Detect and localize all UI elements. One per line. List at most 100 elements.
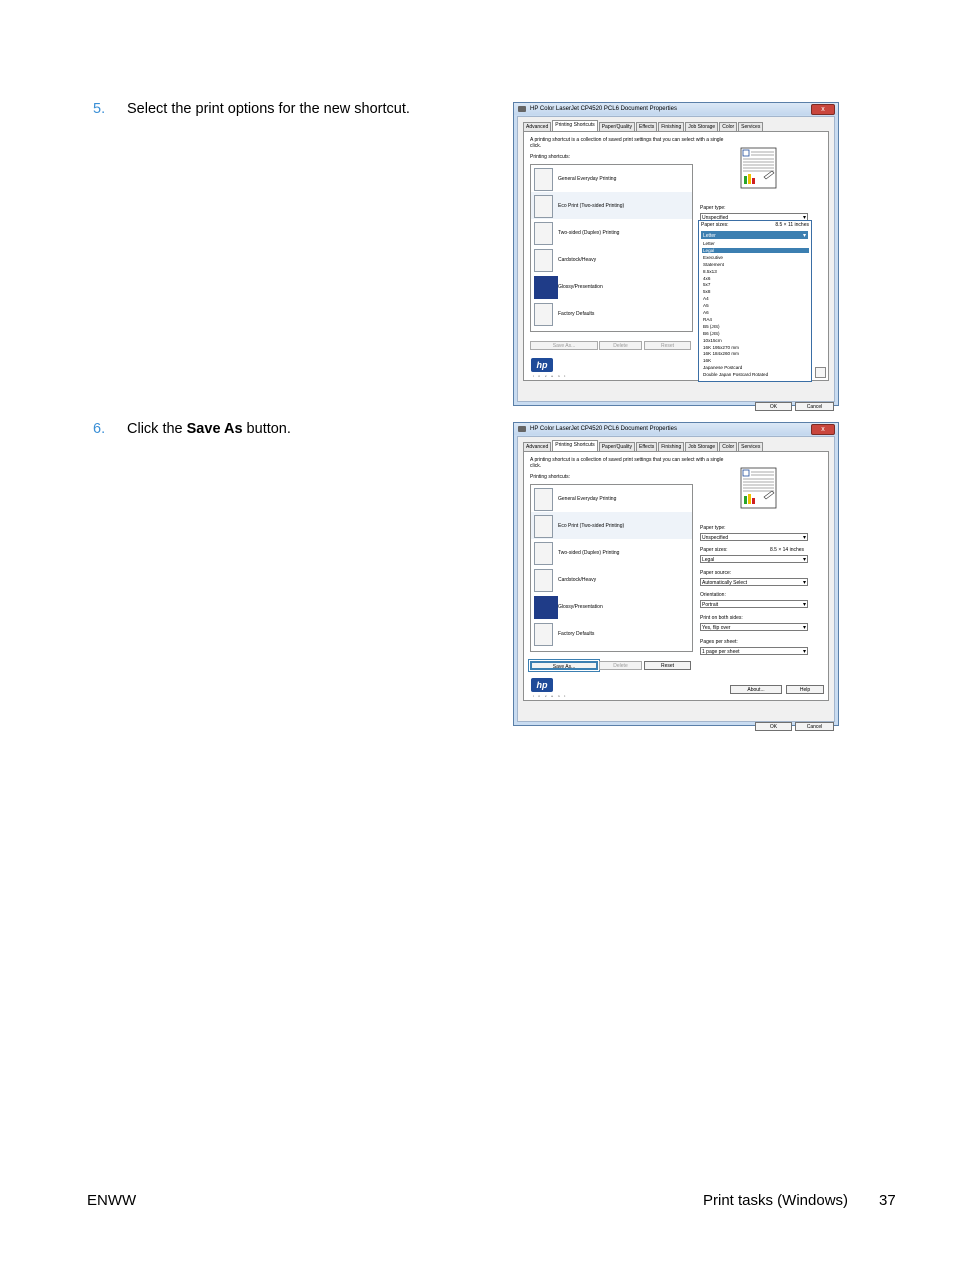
- shortcuts-label: Printing shortcuts:: [530, 474, 571, 480]
- close-button[interactable]: x: [811, 424, 835, 435]
- blank-page-icon: [534, 303, 553, 326]
- tab-color[interactable]: Color: [719, 122, 738, 131]
- paper-size-option[interactable]: Double Japan Postcard Rotated: [702, 372, 809, 377]
- paper-size-option[interactable]: 10x15cm: [702, 338, 809, 343]
- help-button[interactable]: Help: [786, 685, 824, 694]
- paper-size-option[interactable]: Executive: [702, 255, 809, 260]
- paper-size-option[interactable]: 16K: [702, 358, 809, 363]
- tab-services[interactable]: Services: [738, 122, 764, 131]
- page-number: 37: [879, 1192, 896, 1209]
- tab-effects[interactable]: Effects: [636, 122, 658, 131]
- shortcut-label: Two-sided (Duplex) Printing: [558, 230, 620, 236]
- delete-button[interactable]: Delete: [599, 661, 642, 670]
- shortcut-label: General Everyday Printing: [558, 496, 617, 502]
- shortcut-item[interactable]: Two-sided (Duplex) Printing: [531, 219, 692, 246]
- paper-size-option[interactable]: 8.5x13: [702, 269, 809, 274]
- tab-printing-shortcuts[interactable]: Printing Shortcuts: [552, 120, 598, 131]
- tab-advanced[interactable]: Advanced: [523, 442, 552, 451]
- tab-job-storage[interactable]: Job Storage: [685, 442, 719, 451]
- tab-services[interactable]: Services: [738, 442, 764, 451]
- save-as-button[interactable]: Save As...: [530, 341, 598, 350]
- tab-panel: A printing shortcut is a collection of s…: [523, 451, 829, 701]
- step-number: 5.: [93, 101, 106, 117]
- shortcut-item[interactable]: General Everyday Printing: [531, 485, 692, 512]
- close-icon: x: [821, 426, 825, 433]
- document-preview-icon: [740, 147, 777, 189]
- shortcut-item[interactable]: Glossy/Presentation: [531, 273, 692, 300]
- paper-size-option[interactable]: Letter: [702, 241, 809, 246]
- paper-size-option[interactable]: 16K 184x260 mm: [702, 351, 809, 356]
- close-button[interactable]: x: [811, 104, 835, 115]
- ok-button[interactable]: OK: [755, 402, 792, 411]
- tab-printing-shortcuts[interactable]: Printing Shortcuts: [552, 440, 598, 451]
- shortcut-item[interactable]: Eco Print (Two-sided Printing): [531, 192, 692, 219]
- tab-paper-quality[interactable]: Paper/Quality: [598, 122, 636, 131]
- paper-size-option[interactable]: A6: [702, 310, 809, 315]
- tab-finishing[interactable]: Finishing: [658, 442, 685, 451]
- option-checkbox[interactable]: [815, 367, 826, 378]
- invent-tagline: i n v e n t: [533, 694, 568, 698]
- shortcut-item[interactable]: Two-sided (Duplex) Printing: [531, 539, 692, 566]
- screenshot-paper-size-dropdown: HP Color LaserJet CP4520 PCL6 Document P…: [513, 102, 839, 411]
- paper-size-option[interactable]: B6 (JIS): [702, 331, 809, 336]
- paper-size-option[interactable]: Legal: [702, 247, 809, 254]
- paper-source-select[interactable]: Automatically Select: [700, 578, 808, 587]
- shortcut-item[interactable]: Cardstock/Heavy: [531, 566, 692, 593]
- paper-size-option[interactable]: 5x8: [702, 289, 809, 294]
- both-sides-label: Print on both sides:: [700, 615, 743, 621]
- delete-button[interactable]: Delete: [599, 341, 642, 350]
- tab-color[interactable]: Color: [719, 442, 738, 451]
- tab-advanced[interactable]: Advanced: [523, 122, 552, 131]
- ok-button[interactable]: OK: [755, 722, 792, 731]
- shortcut-item[interactable]: Glossy/Presentation: [531, 593, 692, 620]
- save-as-button[interactable]: Save As...: [528, 659, 600, 672]
- hp-logo: hp: [531, 358, 553, 372]
- paper-size-option[interactable]: 4x6: [702, 276, 809, 281]
- reset-button[interactable]: Reset: [644, 341, 691, 350]
- tab-finishing[interactable]: Finishing: [658, 122, 685, 131]
- tab-paper-quality[interactable]: Paper/Quality: [598, 442, 636, 451]
- cancel-button[interactable]: Cancel: [795, 722, 834, 731]
- shortcuts-list: General Everyday Printing Eco Print (Two…: [530, 484, 693, 652]
- shortcut-item[interactable]: General Everyday Printing: [531, 165, 692, 192]
- tab-strip: Advanced Printing Shortcuts Paper/Qualit…: [523, 120, 829, 131]
- paper-size-option[interactable]: RA4: [702, 317, 809, 322]
- shortcut-item[interactable]: Cardstock/Heavy: [531, 246, 692, 273]
- close-icon: x: [821, 106, 825, 113]
- paper-size-option[interactable]: A5: [702, 303, 809, 308]
- tab-effects[interactable]: Effects: [636, 442, 658, 451]
- document-icon: [534, 195, 553, 218]
- paper-size-option[interactable]: A4: [702, 296, 809, 301]
- paper-size-dropdown-list[interactable]: Paper sizes: 8.5 × 11 inches Letter Lett…: [698, 220, 812, 382]
- paper-size-select[interactable]: Legal: [700, 555, 808, 564]
- both-sides-select[interactable]: Yes, flip over: [700, 623, 808, 632]
- step-6: 6. Click the Save As button.: [93, 421, 291, 437]
- cancel-button[interactable]: Cancel: [795, 402, 834, 411]
- orientation-select[interactable]: Portrait: [700, 600, 808, 609]
- reset-button[interactable]: Reset: [644, 661, 691, 670]
- paper-size-option[interactable]: 16K 195x270 mm: [702, 345, 809, 350]
- step-number: 6.: [93, 421, 106, 437]
- paper-size-option[interactable]: 5x7: [702, 282, 809, 287]
- shortcut-label: Glossy/Presentation: [558, 284, 603, 290]
- shortcut-item[interactable]: Factory Defaults: [531, 300, 692, 327]
- shortcuts-label: Printing shortcuts:: [530, 154, 571, 160]
- pages-per-sheet-select[interactable]: 1 page per sheet: [700, 647, 808, 656]
- footer-section: Print tasks (Windows): [703, 1192, 849, 1209]
- paper-size-option[interactable]: Japanese Postcard: [702, 365, 809, 370]
- shortcut-description: A printing shortcut is a collection of s…: [530, 457, 724, 469]
- paper-type-select[interactable]: Unspecified: [700, 533, 808, 542]
- paper-size-option[interactable]: B5 (JIS): [702, 324, 809, 329]
- document-icon: [534, 488, 553, 511]
- shortcut-item[interactable]: Eco Print (Two-sided Printing): [531, 512, 692, 539]
- paper-size-select[interactable]: Letter: [701, 231, 808, 240]
- tab-strip: Advanced Printing Shortcuts Paper/Qualit…: [523, 440, 829, 451]
- paper-size-option[interactable]: Statement: [702, 262, 809, 267]
- document-preview-icon: [740, 467, 777, 509]
- shortcut-item[interactable]: Factory Defaults: [531, 620, 692, 647]
- shortcut-label: Glossy/Presentation: [558, 604, 603, 610]
- hp-logo: hp: [531, 678, 553, 692]
- tab-job-storage[interactable]: Job Storage: [685, 122, 719, 131]
- about-button[interactable]: About...: [730, 685, 782, 694]
- dialog-title-bar: HP Color LaserJet CP4520 PCL6 Document P…: [514, 103, 838, 115]
